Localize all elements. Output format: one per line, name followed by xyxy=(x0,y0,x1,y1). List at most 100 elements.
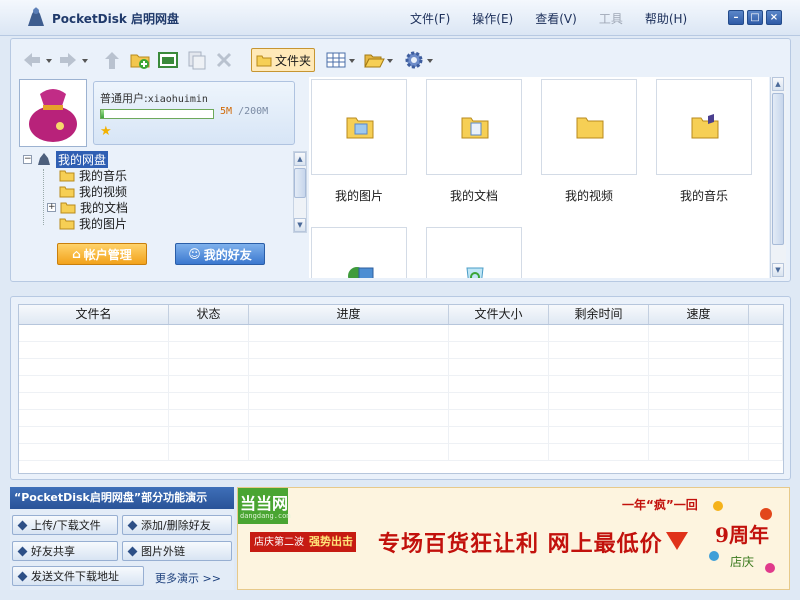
table-row[interactable] xyxy=(19,444,783,461)
column-progress[interactable]: 进度 xyxy=(249,305,449,324)
column-speed[interactable]: 速度 xyxy=(649,305,749,324)
table-cell xyxy=(449,325,549,341)
collapse-icon[interactable]: − xyxy=(23,154,32,164)
table-cell xyxy=(249,342,449,358)
gear-icon[interactable] xyxy=(403,49,425,71)
avatar[interactable] xyxy=(19,79,87,147)
tree-root[interactable]: − 我的网盘 xyxy=(23,150,109,168)
title-bar: PocketDisk 启明网盘 文件(F) 操作(E) 查看(V) 工具 帮助(… xyxy=(0,0,800,36)
app-title: PocketDisk 启明网盘 xyxy=(52,12,180,26)
table-row[interactable] xyxy=(19,410,783,427)
folder-tile-videos[interactable] xyxy=(541,79,637,175)
menu-file[interactable]: 文件(F) xyxy=(410,10,450,27)
menu-operate[interactable]: 操作(E) xyxy=(472,10,513,27)
scroll-down-icon[interactable]: ▼ xyxy=(772,263,784,277)
table-cell xyxy=(19,325,169,341)
folder-tile-recycle[interactable] xyxy=(426,227,522,278)
window-icon[interactable] xyxy=(157,49,179,71)
menu-help[interactable]: 帮助(H) xyxy=(645,10,687,27)
table-cell xyxy=(249,410,449,426)
table-row[interactable] xyxy=(19,393,783,410)
table-cell xyxy=(249,393,449,409)
documents-folder-icon xyxy=(461,117,489,139)
table-row[interactable] xyxy=(19,427,783,444)
ad-logo-subtext: dangdang.com xyxy=(240,512,291,520)
column-filename[interactable]: 文件名 xyxy=(19,305,169,324)
view-dropdown-icon[interactable] xyxy=(349,59,355,63)
forward-dropdown-icon[interactable] xyxy=(82,59,88,63)
friend-icon: ☺ xyxy=(188,247,201,261)
scroll-thumb[interactable] xyxy=(772,93,784,245)
scroll-up-icon[interactable]: ▲ xyxy=(294,152,306,166)
account-manage-label: 帐户管理 xyxy=(83,247,132,262)
app-logo-icon xyxy=(28,7,44,26)
ad-badge: 店庆第二波 强势出击 xyxy=(250,532,356,552)
back-arrow-icon[interactable] xyxy=(21,49,43,71)
menu-tools: 工具 xyxy=(598,12,623,26)
user-type-label: 普通用户: xyxy=(100,92,148,105)
folder-tile-music[interactable] xyxy=(656,79,752,175)
transfer-table: 文件名 状态 进度 文件大小 剩余时间 速度 xyxy=(18,304,784,474)
table-body xyxy=(19,325,783,461)
table-cell xyxy=(249,359,449,375)
tree-item-music[interactable]: 我的音乐 xyxy=(59,167,127,183)
username: xiaohuimin xyxy=(147,94,208,105)
table-cell xyxy=(749,393,783,409)
close-button[interactable]: × xyxy=(766,10,782,25)
tree-item-documents[interactable]: + 我的文档 xyxy=(47,199,128,215)
diamond-icon xyxy=(127,520,138,530)
folder-tile-network[interactable] xyxy=(311,227,407,278)
minimize-button[interactable]: – xyxy=(728,10,744,25)
dangdang-logo: 当当网 dangdang.com xyxy=(238,488,291,524)
forward-arrow-icon[interactable] xyxy=(57,49,79,71)
demo-add-friend-button[interactable]: 添加/删除好友 xyxy=(122,515,232,535)
view-grid-icon[interactable] xyxy=(325,49,347,71)
scroll-up-icon[interactable]: ▲ xyxy=(772,77,784,91)
column-status[interactable]: 状态 xyxy=(169,305,249,324)
demo-share-button[interactable]: 好友共享 xyxy=(12,541,118,561)
scroll-down-icon[interactable]: ▼ xyxy=(294,218,306,232)
table-row[interactable] xyxy=(19,359,783,376)
advertisement-banner[interactable]: 当当网 dangdang.com 店庆第二波 强势出击 一年“疯”一回 专场百货狂… xyxy=(237,487,790,590)
copy-icon[interactable] xyxy=(185,49,207,71)
folder-tile-documents[interactable] xyxy=(426,79,522,175)
settings-dropdown-icon[interactable] xyxy=(427,59,433,63)
folder-tile-pictures[interactable] xyxy=(311,79,407,175)
folder-tile-label: 我的音乐 xyxy=(679,189,728,203)
more-demos-link[interactable]: 更多演示 >> xyxy=(155,570,221,586)
open-dropdown-icon[interactable] xyxy=(387,59,393,63)
account-manage-button[interactable]: ⌂ 帐户管理 xyxy=(57,243,147,265)
grid-scrollbar[interactable]: ▲ ▼ xyxy=(770,77,786,278)
scroll-thumb[interactable] xyxy=(294,168,306,198)
table-row[interactable] xyxy=(19,325,783,342)
table-cell xyxy=(649,393,749,409)
maximize-button[interactable]: □ xyxy=(747,10,763,25)
tree-scrollbar[interactable]: ▲ ▼ xyxy=(293,151,307,233)
column-remaining[interactable]: 剩余时间 xyxy=(549,305,649,324)
new-folder-icon[interactable] xyxy=(129,49,151,71)
table-row[interactable] xyxy=(19,342,783,359)
table-cell xyxy=(549,410,649,426)
open-folder-icon[interactable] xyxy=(363,49,385,71)
delete-icon[interactable] xyxy=(213,49,235,71)
tree-item-pictures[interactable]: 我的图片 xyxy=(59,215,127,231)
folder-tile-label: 我的文档 xyxy=(449,189,498,203)
expand-icon[interactable]: + xyxy=(47,202,56,212)
table-cell xyxy=(19,427,169,443)
table-row[interactable] xyxy=(19,376,783,393)
folders-toggle-button[interactable]: 文件夹 xyxy=(251,48,315,72)
demo-image-link-button[interactable]: 图片外链 xyxy=(122,541,232,561)
my-friends-button[interactable]: ☺ 我的好友 xyxy=(175,243,265,265)
menu-view[interactable]: 查看(V) xyxy=(535,10,577,27)
table-cell xyxy=(19,376,169,392)
folder-tile-label: 我的视频 xyxy=(564,189,613,203)
demo-upload-download-button[interactable]: 上传/下载文件 xyxy=(12,515,118,535)
back-dropdown-icon[interactable] xyxy=(46,59,52,63)
tree-item-video[interactable]: 我的视频 xyxy=(59,183,127,199)
up-folder-icon[interactable] xyxy=(101,49,123,71)
column-filesize[interactable]: 文件大小 xyxy=(449,305,549,324)
quota-fill xyxy=(101,110,104,118)
video-folder-icon xyxy=(59,186,75,197)
demo-send-link-button[interactable]: 发送文件下载地址 xyxy=(12,566,144,586)
table-cell xyxy=(649,376,749,392)
